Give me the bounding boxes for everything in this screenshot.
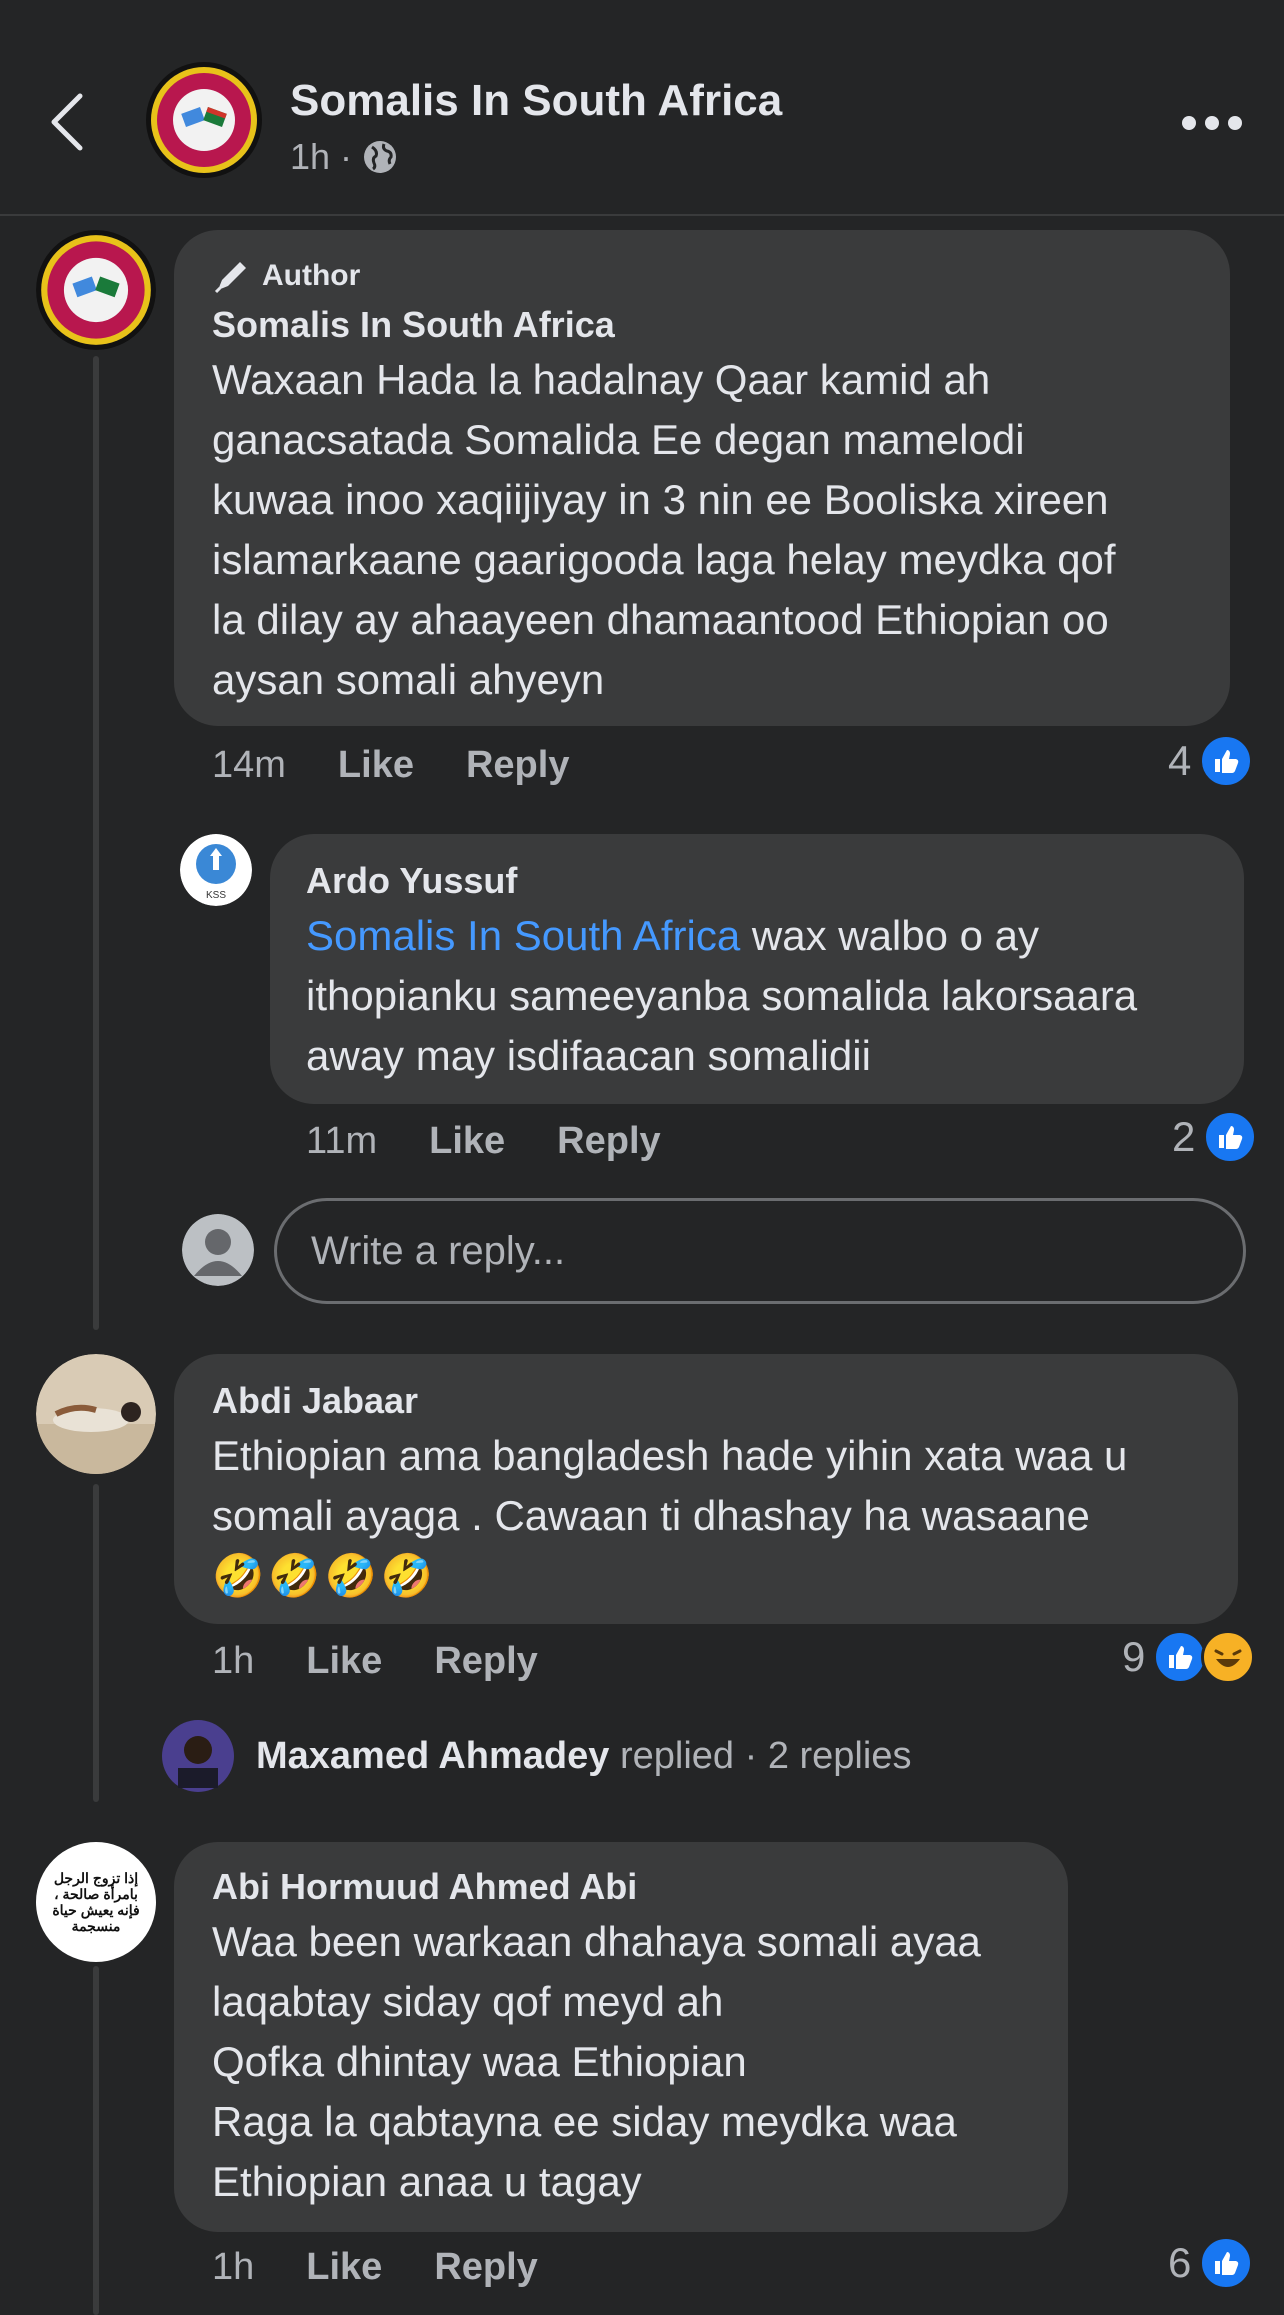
like-reaction-icon bbox=[1199, 734, 1254, 788]
comment-actions: 14m Like Reply bbox=[212, 744, 569, 787]
commenter-avatar[interactable]: إذا تزوج الرجل بامرأة صالحة ، فإنه يعيش … bbox=[36, 1842, 156, 1962]
commenter-name[interactable]: Abi Hormuud Ahmed Abi bbox=[212, 1866, 637, 1908]
comment-actions: 11m Like Reply bbox=[306, 1120, 661, 1163]
commenter-name[interactable]: Abdi Jabaar bbox=[212, 1380, 418, 1422]
page-logo-avatar[interactable] bbox=[146, 62, 262, 178]
comment-text: Waxaan Hada la hadalnay Qaar kamid ah ga… bbox=[212, 356, 1116, 703]
commenter-name[interactable]: Ardo Yussuf bbox=[306, 860, 517, 902]
svg-text:KSS: KSS bbox=[206, 890, 226, 901]
reply-button[interactable]: Reply bbox=[466, 744, 569, 787]
comment-actions: 1h Like Reply bbox=[212, 1640, 538, 1683]
comment-text: Ethiopian ama bangladesh hade yihin xata… bbox=[212, 1432, 1128, 1539]
post-time[interactable]: 1h bbox=[290, 136, 330, 178]
page-title[interactable]: Somalis In South Africa bbox=[290, 76, 782, 126]
comment-text: Somalis In South Africa wax walbo o ay i… bbox=[306, 912, 1138, 1079]
comment-time[interactable]: 11m bbox=[306, 1120, 377, 1163]
reply-input[interactable]: Write a reply... bbox=[274, 1198, 1246, 1304]
current-user-avatar bbox=[182, 1214, 254, 1286]
like-button[interactable]: Like bbox=[306, 2246, 382, 2289]
like-reaction-icon bbox=[1203, 1110, 1258, 1164]
like-button[interactable]: Like bbox=[429, 1120, 505, 1163]
author-label: Author bbox=[262, 259, 361, 292]
thread-line bbox=[93, 1484, 99, 1802]
thread-line bbox=[93, 356, 99, 1330]
pen-icon bbox=[214, 262, 246, 294]
mention-link[interactable]: Somalis In South Africa bbox=[306, 912, 740, 959]
reaction-count: 2 bbox=[1172, 1113, 1196, 1160]
reply-button[interactable]: Reply bbox=[434, 1640, 537, 1683]
like-button[interactable]: Like bbox=[306, 1640, 382, 1683]
meta-separator: · bbox=[340, 136, 353, 177]
haha-reaction-icon bbox=[1201, 1630, 1256, 1684]
back-arrow-icon[interactable] bbox=[48, 92, 88, 152]
reaction-count: 9 bbox=[1122, 1633, 1146, 1680]
replier-avatar bbox=[162, 1720, 234, 1792]
commenter-name[interactable]: Somalis In South Africa bbox=[212, 304, 615, 346]
comment-time[interactable]: 14m bbox=[212, 744, 286, 787]
post-meta: 1h · bbox=[290, 136, 398, 178]
comment-actions: 1h Like Reply bbox=[212, 2246, 538, 2289]
thread-line bbox=[93, 1966, 99, 2315]
like-reaction-icon bbox=[1153, 1630, 1208, 1684]
comment-text: Waa been warkaan dhahaya somali ayaa laq… bbox=[212, 1918, 981, 2205]
reaction-summary[interactable]: 9 bbox=[1122, 1630, 1256, 1684]
like-button[interactable]: Like bbox=[338, 744, 414, 787]
reply-button[interactable]: Reply bbox=[557, 1120, 660, 1163]
comment-time[interactable]: 1h bbox=[212, 1640, 254, 1683]
commenter-avatar[interactable] bbox=[36, 230, 156, 350]
reaction-summary[interactable]: 6 bbox=[1168, 2236, 1254, 2290]
reaction-summary[interactable]: 4 bbox=[1168, 734, 1254, 788]
reply-button[interactable]: Reply bbox=[434, 2246, 537, 2289]
reaction-count: 4 bbox=[1168, 737, 1192, 784]
reaction-summary[interactable]: 2 bbox=[1172, 1110, 1258, 1164]
post-header: Somalis In South Africa 1h · bbox=[0, 0, 1284, 216]
commenter-avatar[interactable]: KSS bbox=[180, 834, 252, 906]
comment-time[interactable]: 1h bbox=[212, 2246, 254, 2289]
globe-icon bbox=[364, 141, 397, 173]
more-options-icon[interactable] bbox=[1182, 108, 1242, 138]
commenter-avatar[interactable] bbox=[36, 1354, 156, 1474]
like-reaction-icon bbox=[1199, 2236, 1254, 2290]
view-replies-row[interactable]: Maxamed Ahmadey replied · 2 replies bbox=[162, 1720, 911, 1792]
comment-emojis: 🤣🤣🤣🤣 bbox=[212, 1552, 438, 1599]
avatar-text: إذا تزوج الرجل بامرأة صالحة ، فإنه يعيش … bbox=[52, 1870, 140, 1934]
author-badge: Author bbox=[212, 256, 360, 296]
replier-name[interactable]: Maxamed Ahmadey bbox=[256, 1735, 609, 1777]
reaction-count: 6 bbox=[1168, 2239, 1192, 2286]
reply-placeholder: Write a reply... bbox=[311, 1228, 566, 1273]
